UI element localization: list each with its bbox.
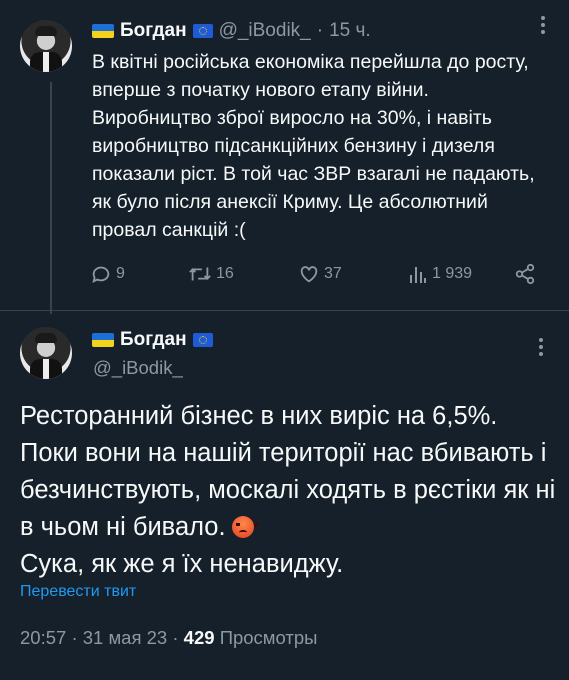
separator: ·: [316, 20, 324, 41]
reply-button[interactable]: 9: [90, 263, 125, 285]
views-icon: [408, 263, 428, 285]
separator: ·: [71, 627, 78, 648]
reply-count: 9: [116, 265, 125, 282]
tweet-text: Ресторанний бізнес в них виріс на 6,5%. …: [20, 398, 560, 583]
eu-flag-icon: [192, 24, 213, 38]
ukraine-flag-icon: [92, 333, 114, 347]
handle[interactable]: @_iBodik_: [219, 20, 311, 42]
tweet-parent[interactable]: Богдан @_iBodik_ · 15 ч. В квітні російс…: [0, 0, 569, 314]
divider: [0, 310, 569, 311]
retweet-button[interactable]: 16: [188, 263, 234, 285]
share-icon: [514, 263, 536, 285]
avatar[interactable]: [20, 327, 72, 379]
share-button[interactable]: [514, 263, 536, 285]
avatar[interactable]: [20, 20, 72, 72]
views-button[interactable]: 1 939: [408, 263, 472, 285]
retweet-icon: [188, 263, 212, 285]
timestamp[interactable]: 15 ч.: [329, 20, 371, 42]
action-bar: 9 16 37 1 939: [90, 263, 550, 291]
display-name[interactable]: Богдан: [120, 329, 187, 351]
views-count: 1 939: [432, 265, 473, 282]
heart-icon: [298, 263, 320, 285]
more-icon[interactable]: [538, 336, 544, 358]
translate-link[interactable]: Перевести твит: [20, 583, 136, 601]
eu-flag-icon: [192, 333, 213, 347]
tweet-header: Богдан: [92, 329, 213, 351]
views-label[interactable]: Просмотры: [220, 627, 318, 648]
tweet-text-line2: Сука, як же я їх ненавиджу.: [20, 550, 344, 578]
like-button[interactable]: 37: [298, 263, 342, 285]
tweet-time[interactable]: 20:57: [20, 627, 66, 648]
reply-icon: [90, 263, 112, 285]
thread-line: [50, 82, 52, 314]
more-icon[interactable]: [540, 14, 546, 36]
angry-face-emoji: [231, 516, 258, 538]
handle[interactable]: @_iBodik_: [93, 357, 183, 379]
tweet-text: В квітні російська економіка перейшла до…: [92, 51, 535, 241]
display-name[interactable]: Богдан: [120, 20, 187, 42]
tweet-meta: 20:57 · 31 мая 23 · 429 Просмотры: [20, 627, 317, 649]
separator: ·: [172, 627, 179, 648]
ukraine-flag-icon: [92, 24, 114, 38]
like-count: 37: [324, 265, 342, 282]
retweet-count: 16: [216, 265, 234, 282]
views-count: 429: [183, 627, 215, 648]
tweet-text-main: Ресторанний бізнес в них виріс на 6,5%. …: [20, 402, 556, 541]
tweet-date[interactable]: 31 мая 23: [83, 627, 167, 648]
tweet-header: Богдан @_iBodik_ · 15 ч.: [92, 20, 371, 42]
